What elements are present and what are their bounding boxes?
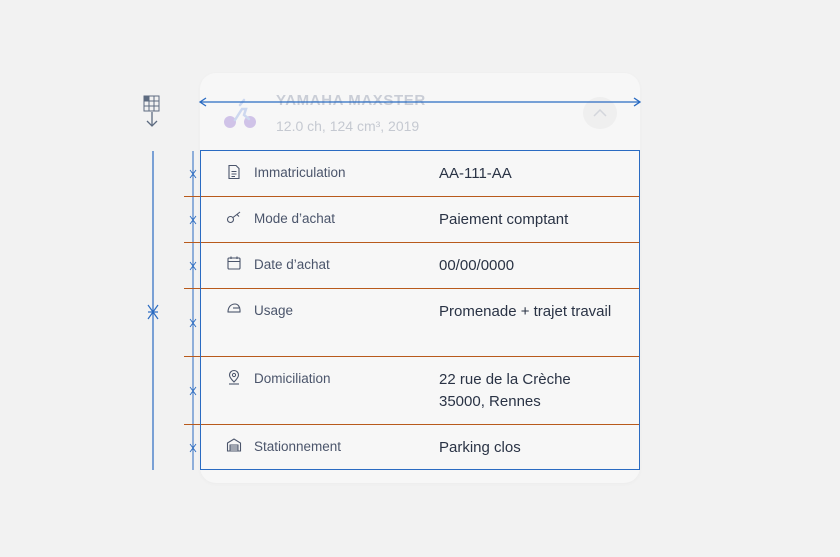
table-row: Mode d’achat Paiement comptant — [200, 196, 640, 242]
document-icon — [228, 164, 240, 180]
row-value: Paiement comptant — [439, 211, 569, 228]
row-value: 00/00/0000 — [439, 257, 515, 274]
table-grid-icon — [143, 95, 160, 127]
row-value: 22 rue de la Crèche 35000, Rennes — [439, 371, 571, 410]
location-pin-icon — [228, 369, 240, 385]
row-label: Immatriculation — [254, 165, 346, 180]
table-row: Domiciliation 22 rue de la Crèche 35000,… — [200, 356, 640, 424]
row-label: Mode d’achat — [254, 211, 336, 226]
row-value: AA-111-AA — [439, 165, 512, 182]
table-row: Immatriculation AA-111-AA — [200, 150, 640, 196]
vehicle-card: YAMAHA MAXSTER 12.0 ch, 124 cm³, 2019 Im… — [184, 73, 642, 483]
row-label: Usage — [254, 303, 294, 318]
table-row: Usage Promenade + trajet travail — [200, 288, 640, 356]
row-label: Domiciliation — [254, 371, 331, 386]
width-guide — [198, 97, 642, 107]
helmet-icon — [227, 303, 241, 313]
row-label: Date d’achat — [254, 257, 330, 272]
key-icon — [226, 211, 241, 224]
calendar-icon — [227, 256, 241, 270]
table-row: Date d’achat 00/00/0000 — [200, 242, 640, 288]
row-value: Promenade + trajet travail — [439, 303, 612, 320]
garage-icon — [226, 438, 242, 452]
table-row: Stationnement Parking clos — [200, 424, 640, 470]
row-label: Stationnement — [254, 439, 342, 454]
table-guide-icon-group — [140, 94, 164, 130]
row-value: Parking clos — [439, 439, 521, 456]
chevron-up-icon — [593, 109, 607, 117]
vehicle-info-table: Immatriculation AA-111-AA Mode d’achat P… — [184, 150, 640, 472]
vehicle-details: 12.0 ch, 124 cm³, 2019 — [276, 118, 420, 134]
vehicle-header[interactable]: YAMAHA MAXSTER 12.0 ch, 124 cm³, 2019 — [200, 73, 640, 151]
